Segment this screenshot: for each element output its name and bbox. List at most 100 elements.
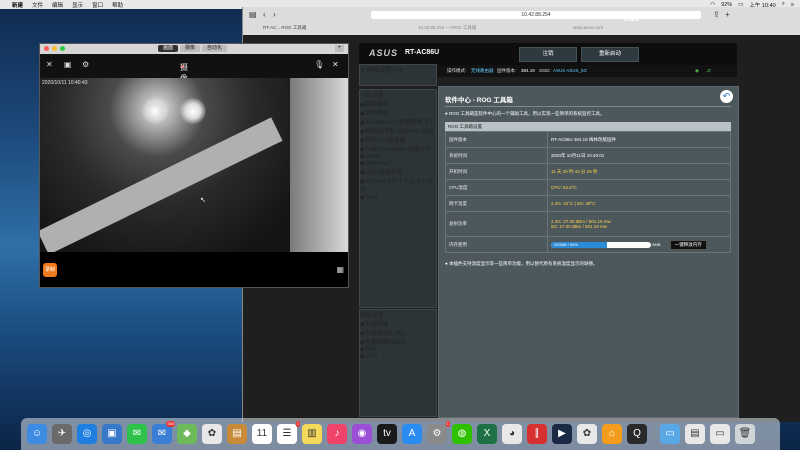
sidebar-item[interactable]: ◆VPN xyxy=(360,353,436,360)
pip-icon[interactable]: ▣ xyxy=(64,60,72,69)
sidebar-item[interactable]: ◆无线网络 xyxy=(360,319,436,328)
sidebar-item[interactable]: ◆AiProtection 智能网络卫士 xyxy=(360,117,436,126)
sidebar-item[interactable]: ◆USB 相关应用 xyxy=(360,167,436,176)
collapse-icon[interactable]: ✕ xyxy=(332,60,339,69)
sidebar-item[interactable]: ◆Traffic Analyzer 流量分析 xyxy=(360,144,436,153)
menu-edit[interactable]: 编辑 xyxy=(52,1,63,9)
camera-feed[interactable]: 2020/10/11 10:40:43 ↖ xyxy=(40,78,348,252)
reminders-icon[interactable]: ☰ 1 xyxy=(277,421,300,444)
tab-automation[interactable]: 自动化 xyxy=(202,45,228,52)
mail-icon[interactable]: ✉ 284 xyxy=(152,421,175,444)
sidebar-item-label: VPN xyxy=(364,354,377,360)
folder-icon[interactable]: ▭ xyxy=(660,424,680,444)
menu-file[interactable]: 文件 xyxy=(32,1,43,9)
trash-icon[interactable]: 🗑 xyxy=(735,424,755,444)
close-icon[interactable]: ✕ xyxy=(46,60,53,69)
wechat-icon[interactable]: ◍ xyxy=(452,424,472,444)
browser-tab-3[interactable]: www.asus.com xyxy=(573,23,603,33)
wifi-status-icon[interactable]: ◉ xyxy=(695,68,699,74)
sidebar-item[interactable]: ◆内部网络(LAN) xyxy=(360,328,436,337)
sidebar-item-label: Tools xyxy=(364,195,379,201)
calendar-icon[interactable]: 11 xyxy=(252,424,272,444)
excel-icon[interactable]: X xyxy=(477,424,497,444)
quicktime-icon[interactable]: ▶ xyxy=(552,424,572,444)
maps-icon[interactable]: ◆ xyxy=(177,424,197,444)
sidebar-item[interactable]: ◆外部网络(WAN) xyxy=(360,337,436,346)
minimize-window-icon[interactable] xyxy=(52,46,57,51)
back-arrow-icon[interactable]: ↶ xyxy=(720,90,733,103)
sidebar-item[interactable]: ◆网络LTU加速器 xyxy=(360,135,436,144)
sidebar-item-label: AiCloud 2.0 个人云 2.0 应用 xyxy=(360,179,433,194)
messages-icon[interactable]: ✉ xyxy=(127,424,147,444)
menu-view[interactable]: 显示 xyxy=(72,1,83,9)
reboot-button[interactable]: 重新启动 xyxy=(581,47,639,62)
sidebar-item[interactable]: ◆访客网络 xyxy=(360,108,436,117)
new-tab-icon[interactable]: + xyxy=(725,10,730,19)
menu-app-name[interactable]: 新建 xyxy=(12,1,23,9)
screen-icon[interactable]: ▭ xyxy=(710,424,730,444)
divider xyxy=(445,106,731,107)
table-row: 系统时间 2020年 10月11日 10:40:01 xyxy=(445,147,731,164)
sidebar-item[interactable]: ◆AiCloud 2.0 个人云 2.0 应用 xyxy=(360,176,436,194)
tv-icon[interactable]: tv xyxy=(377,424,397,444)
sidebar-item[interactable]: ◆网络地图 xyxy=(360,99,436,108)
usb-status-icon[interactable]: ⇄ xyxy=(707,68,711,74)
appstore-icon[interactable]: A xyxy=(402,424,422,444)
photos-icon[interactable]: ▣ xyxy=(102,424,122,444)
close-window-icon[interactable] xyxy=(44,46,49,51)
row-value: RT-AC86U 384.19 梅林改版固件 xyxy=(547,131,731,148)
ssid-value: ASUS ASUS_5G xyxy=(553,68,588,73)
sidebar-item[interactable]: ◆Open NAT xyxy=(360,160,436,167)
address-bar[interactable]: 10.42.88.254 xyxy=(371,11,701,19)
grid-view-icon[interactable]: ▦ xyxy=(336,265,344,274)
mode-value[interactable]: 无线路由器 xyxy=(471,68,494,74)
home-icon[interactable]: ⌂ xyxy=(602,424,622,444)
podcasts-icon[interactable]: ◉ xyxy=(352,424,372,444)
sidebar-item[interactable]: ◆IPv6 xyxy=(360,346,436,353)
chrome-icon[interactable]: ◕ xyxy=(502,424,522,444)
sidebar-item[interactable]: ◆网络监控家 Adaptive QoS xyxy=(360,126,436,135)
tab-view[interactable]: 画面 xyxy=(158,45,179,52)
zoom-window-icon[interactable] xyxy=(60,46,65,51)
finder-icon[interactable]: ☺ xyxy=(27,424,47,444)
general-list: ◆网络地图 ◆访客网络 ◆AiProtection 智能网络卫士 ◆网络监控家 Ada… xyxy=(360,99,436,201)
general-section-title: 一般设置 xyxy=(360,93,385,99)
info-table: 固件版本 RT-AC86U 384.19 梅林改版固件 系统时间 2020年 10月… xyxy=(445,131,731,253)
add-icon[interactable]: + xyxy=(335,45,344,52)
sidebar-item[interactable]: ◆Game xyxy=(360,153,436,160)
memory-usage-bar: 453MB / 56% xyxy=(551,241,651,248)
back-icon[interactable]: ‹ xyxy=(263,10,266,19)
safari-icon[interactable]: ◎ xyxy=(77,424,97,444)
settings-icon[interactable]: ⚙ 1 xyxy=(427,421,450,444)
proxy-icon[interactable]: Q xyxy=(627,424,647,444)
wizard-icon: ✦ xyxy=(360,68,366,74)
settings-icon[interactable]: ⚙ xyxy=(82,60,89,69)
memory-cache-text: 8MB xyxy=(652,241,661,247)
free-memory-button[interactable]: 一键释放内存 xyxy=(669,239,707,250)
tab-camera[interactable]: 摄像 xyxy=(180,45,201,52)
row-value: 2.4G: 27.00 dBm / 501.19 mw 5G: 27.00 dBm… xyxy=(547,211,731,237)
baidu-icon[interactable]: ✿ xyxy=(577,424,597,444)
browser-tab-1[interactable]: RT-AC... ROG 工具箱 xyxy=(263,23,306,33)
menu-help[interactable]: 帮助 xyxy=(112,1,123,9)
share-icon[interactable]: ⇪ xyxy=(713,10,720,19)
logout-button[interactable]: 注销 xyxy=(519,47,577,62)
browser-tab-2[interactable]: 10.42.88.254 — ROG 工具箱 xyxy=(418,23,476,33)
stickies-icon[interactable]: ▥ xyxy=(302,424,322,444)
dock-separator xyxy=(653,422,654,446)
launchpad-icon[interactable]: ✈ xyxy=(52,424,72,444)
forward-icon[interactable]: › xyxy=(273,10,276,19)
music-icon[interactable]: ♪ xyxy=(327,424,347,444)
microphone-icon[interactable]: 🎙 xyxy=(314,60,324,69)
feed-wall xyxy=(290,78,348,252)
sidebar-item-wizard[interactable]: ✦ 网络设置向导 xyxy=(360,65,436,74)
sidebar-item[interactable]: ◆Tools xyxy=(360,194,436,201)
photos2-icon[interactable]: ✿ xyxy=(202,424,222,444)
sidebar-toggle-icon[interactable]: ▤ xyxy=(249,10,257,19)
record-button[interactable]: 录制 xyxy=(43,263,57,277)
menu-window[interactable]: 窗口 xyxy=(92,1,103,9)
preview-icon[interactable]: ▤ xyxy=(685,424,705,444)
parallels-icon[interactable]: ∥ xyxy=(527,424,547,444)
row-key: 开机时间 xyxy=(445,163,548,180)
notes-icon[interactable]: ▤ xyxy=(227,424,247,444)
